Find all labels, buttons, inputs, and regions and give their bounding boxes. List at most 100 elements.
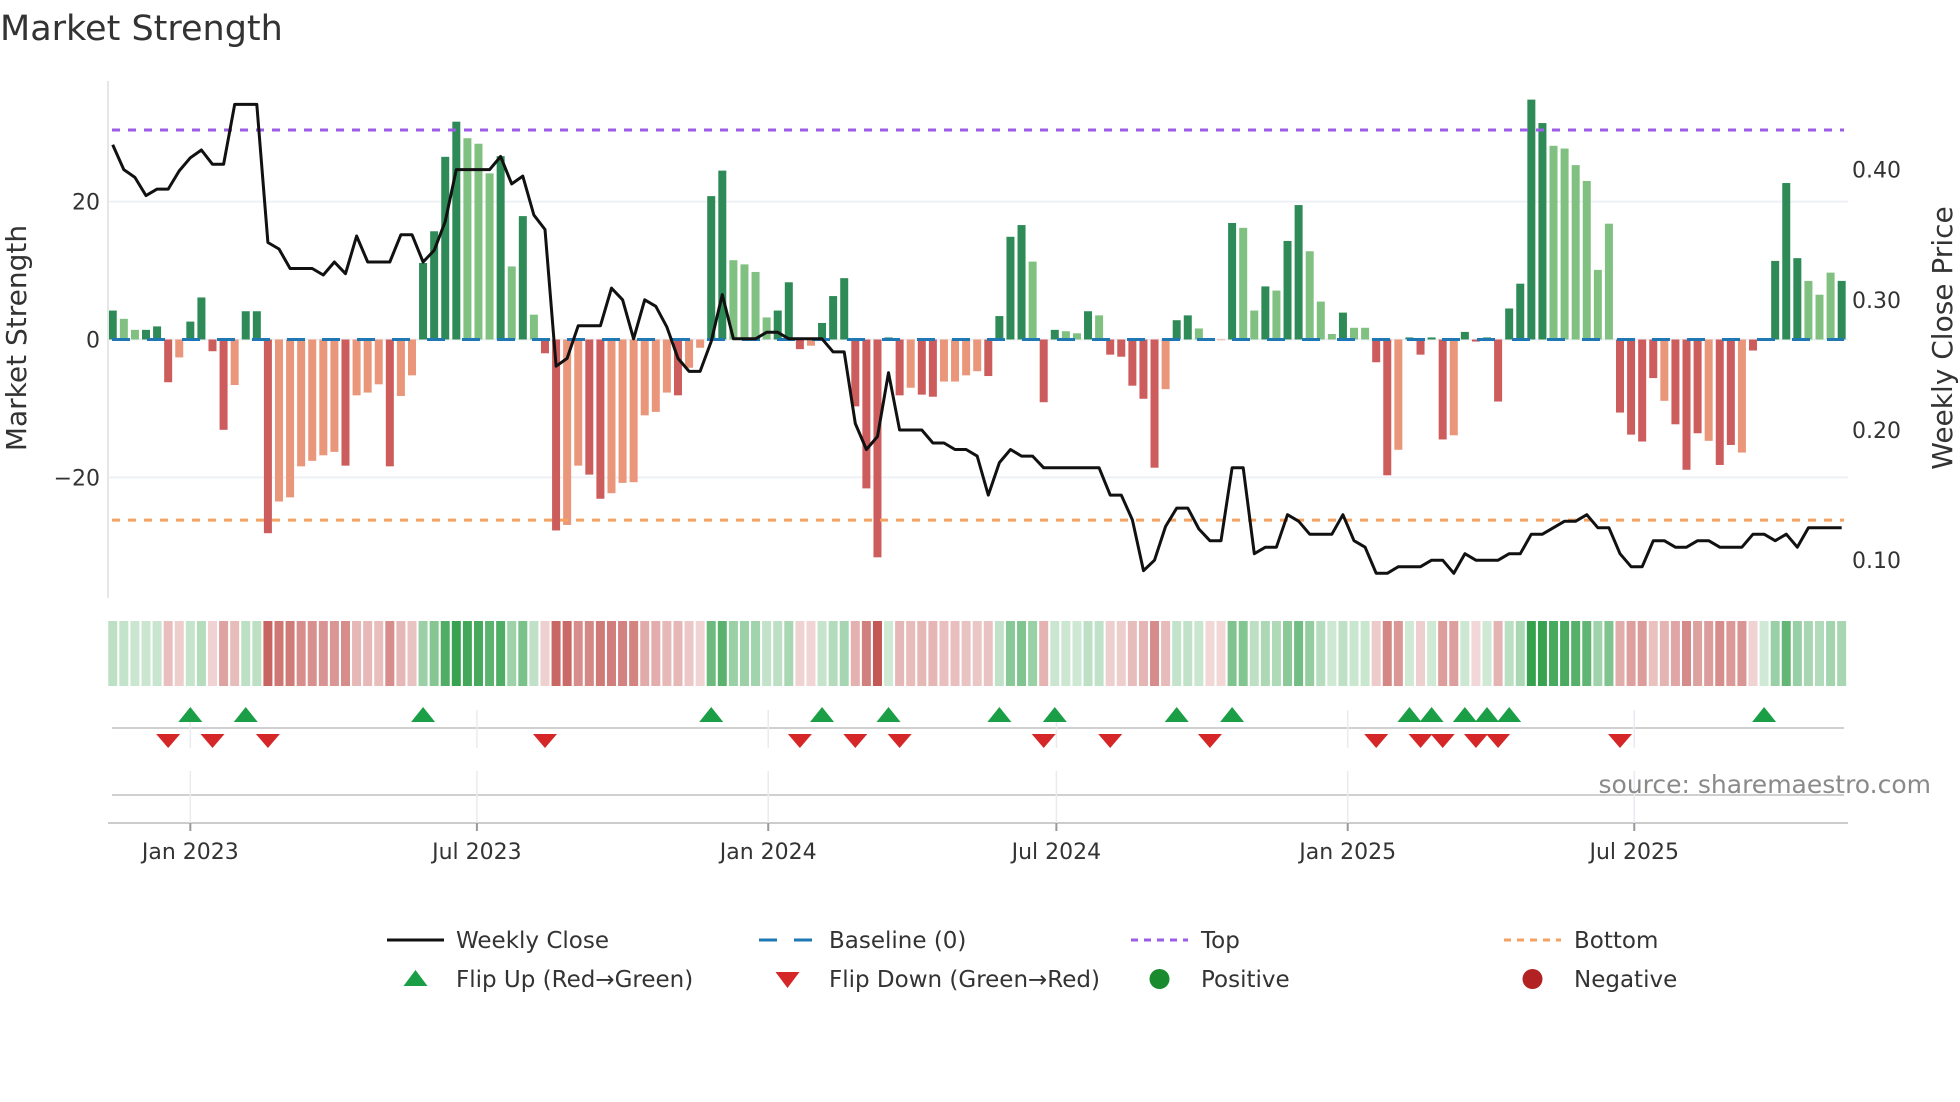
y-tick-label: 0 (86, 329, 100, 354)
strength-bar (363, 339, 372, 393)
strip-cell (1116, 621, 1126, 686)
strength-bar (740, 264, 749, 340)
x-tick-label: Jul 2024 (1010, 840, 1102, 865)
strength-bar (1826, 272, 1835, 340)
strength-bar (352, 339, 361, 396)
strength-bar (973, 339, 982, 372)
strength-bar (1649, 339, 1658, 379)
strength-bar (330, 339, 339, 452)
flip-up-marker (987, 707, 1012, 722)
strip-cell (1626, 621, 1636, 686)
strip-cell (462, 621, 472, 686)
strength-bar (1183, 315, 1192, 340)
x-tick-label: Jul 2023 (430, 840, 522, 865)
strip-cell (1416, 621, 1426, 686)
legend: Weekly Close Baseline (0) Top Bottom Flip Up… (387, 928, 1677, 993)
strip-cell (374, 621, 384, 686)
strip-cell (1826, 621, 1836, 686)
flip-up-marker (1452, 707, 1477, 722)
strength-bar (917, 339, 926, 395)
strip-cell (1039, 621, 1049, 686)
strength-bar (1438, 339, 1447, 440)
strip-cell (185, 621, 195, 686)
strip-cell (1105, 621, 1115, 686)
y-tick-label: −20 (54, 466, 100, 491)
strip-cell (485, 621, 495, 686)
strength-bar (1305, 251, 1314, 340)
strength-bar (407, 339, 416, 376)
strip-cell (1682, 621, 1692, 686)
strength-bar (618, 339, 627, 483)
strip-cell (1471, 621, 1481, 686)
flip-up-marker (876, 707, 901, 722)
strength-bar (762, 317, 771, 340)
strength-bar (685, 339, 694, 368)
strength-bar (928, 339, 937, 397)
strip-cell (939, 621, 949, 686)
strip-cell (1792, 621, 1802, 686)
strip-cell (1172, 621, 1182, 686)
strength-bar (1250, 310, 1259, 340)
strip-cell (784, 621, 794, 686)
strip-cell (108, 621, 118, 686)
strip-cell (950, 621, 960, 686)
strip-cell (1770, 621, 1780, 686)
strip-cell (1504, 621, 1514, 686)
strength-bar (252, 311, 261, 340)
strip-cell (329, 621, 339, 686)
strip-cell (385, 621, 395, 686)
circle-icon (1522, 969, 1543, 989)
strength-bar (1804, 280, 1813, 340)
legend-item: Baseline (0) (759, 928, 966, 954)
strip-cell (1094, 621, 1104, 686)
strength-bar (1616, 339, 1625, 413)
strength-bar (1228, 223, 1237, 340)
strip-cell (917, 621, 927, 686)
flip-down-marker (787, 734, 812, 748)
flip-up-marker (1497, 707, 1522, 722)
strip-cell (1205, 621, 1215, 686)
legend-label: Top (1200, 928, 1240, 954)
strength-bar (263, 339, 272, 534)
strength-bar (1793, 258, 1802, 340)
strip-cell (1194, 621, 1204, 686)
strip-cell (163, 621, 173, 686)
source-note: source: sharemaestro.com (1599, 770, 1932, 799)
strip-cell (850, 621, 860, 686)
strength-bar (1604, 223, 1613, 340)
strip-cell (1604, 621, 1614, 686)
strip-cell (1515, 621, 1525, 686)
strength-bar (119, 318, 128, 340)
strength-bar (108, 310, 117, 340)
strip-cell (706, 621, 716, 686)
strength-bar (1449, 339, 1458, 436)
strip-cell (307, 621, 317, 686)
strength-bar (1383, 339, 1392, 476)
strip-cell (540, 621, 550, 686)
strip-cell (895, 621, 905, 686)
strength-bar (1427, 337, 1436, 340)
strip-cell (196, 621, 206, 686)
strip-cell (1305, 621, 1315, 686)
strip-cell (1083, 621, 1093, 686)
strength-bar (286, 339, 295, 498)
strip-cell (884, 621, 894, 686)
strip-cell (263, 621, 273, 686)
x-tick-label: Jul 2025 (1587, 840, 1679, 865)
strength-bar (186, 321, 195, 340)
strip-cell (1183, 621, 1193, 686)
strip-cell (1227, 621, 1237, 686)
strength-bar (1815, 294, 1824, 340)
strength-bar (1316, 301, 1325, 340)
strength-bar (452, 121, 461, 340)
flip-down-marker (1608, 734, 1633, 748)
strip-cell (1283, 621, 1293, 686)
strip-cell (828, 621, 838, 686)
flip-up-marker (1397, 707, 1422, 722)
strength-bar (230, 339, 239, 385)
strength-bar (563, 339, 572, 525)
strength-bar (1283, 240, 1292, 340)
strip-cell (363, 621, 373, 686)
strip-cell (352, 621, 362, 686)
strength-bar (1560, 148, 1569, 340)
